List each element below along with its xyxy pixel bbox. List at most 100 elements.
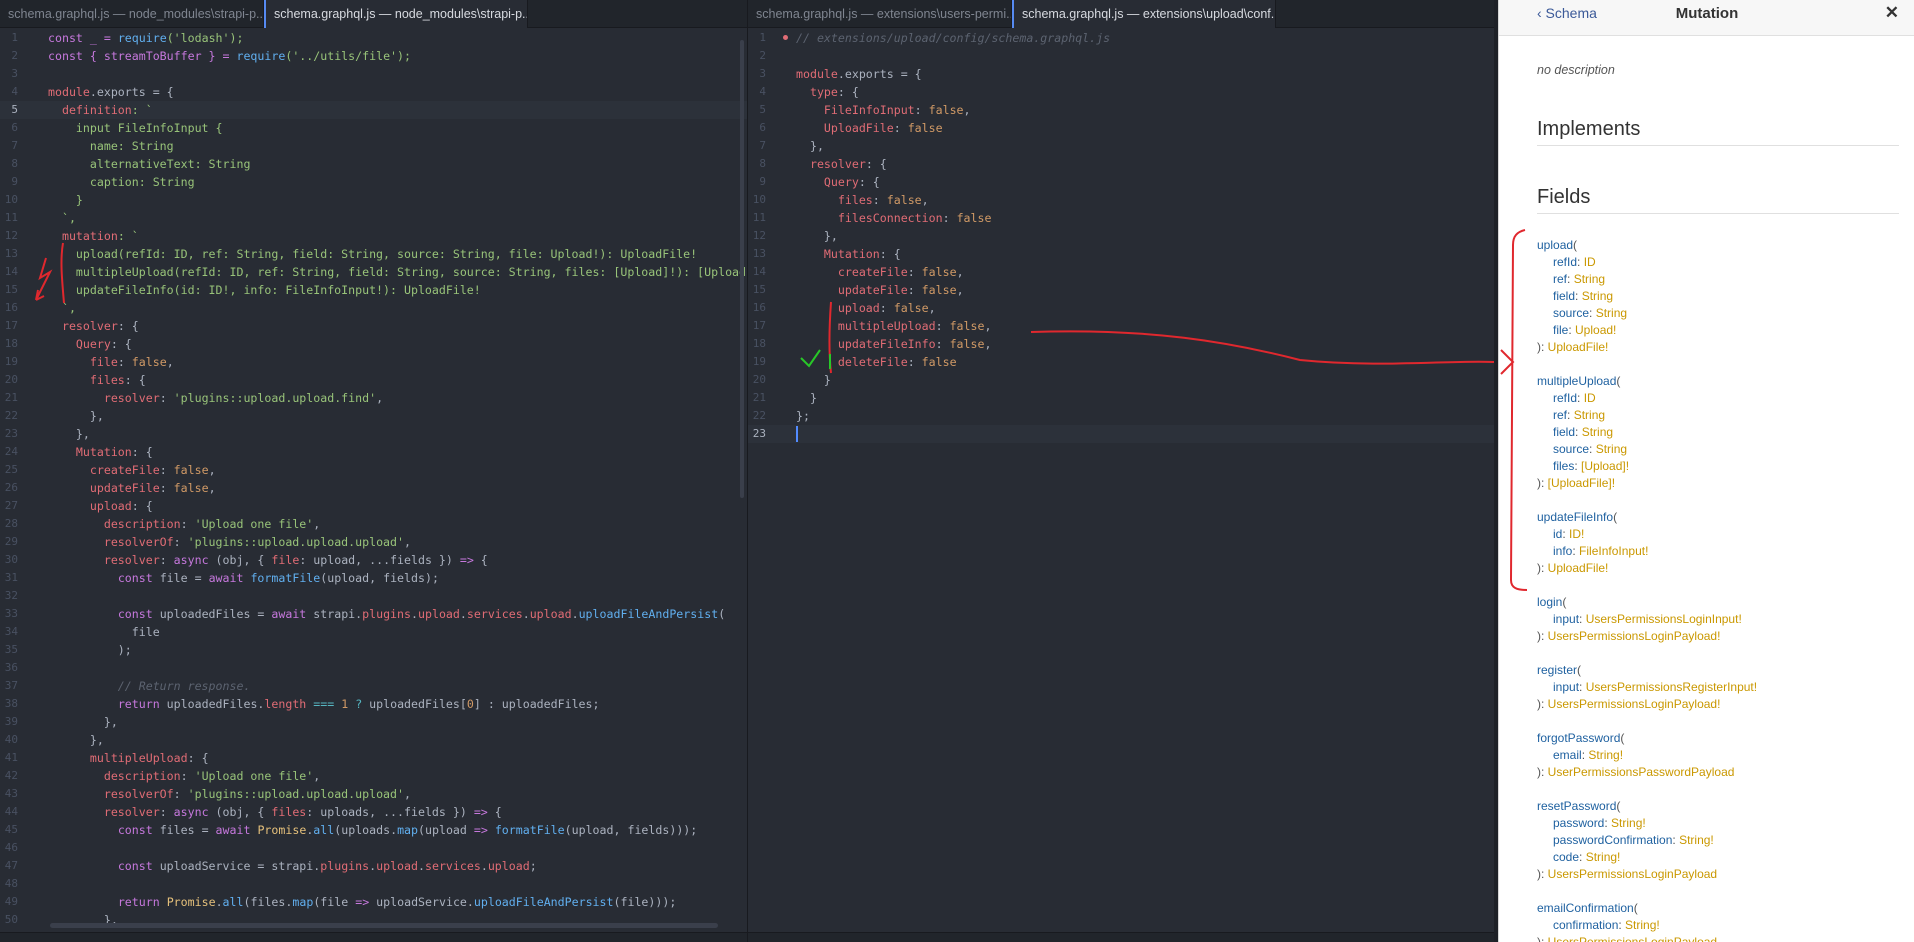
vertical-scrollbar-left[interactable]: [740, 40, 744, 498]
code-line[interactable]: 22};: [748, 407, 1494, 425]
code-line[interactable]: 20 }: [748, 371, 1494, 389]
code-line[interactable]: 33 const uploadedFiles = await strapi.pl…: [0, 605, 747, 623]
code-line[interactable]: 42 description: 'Upload one file',: [0, 767, 747, 785]
code-line[interactable]: 40 },: [0, 731, 747, 749]
code-line[interactable]: 2 const { streamToBuffer } = require('../…: [0, 47, 747, 65]
code-line[interactable]: 7 name: String: [0, 137, 747, 155]
code-token: 0: [466, 697, 474, 711]
code-line[interactable]: 36: [0, 659, 747, 677]
code-line[interactable]: 34 file: [0, 623, 747, 641]
code-token: },: [48, 427, 90, 441]
code-line[interactable]: 1 const _ = require('lodash');: [0, 29, 747, 47]
code-line[interactable]: 16 upload: false,: [748, 299, 1494, 317]
code-token: upload(refId: ID, ref: String, field: St…: [48, 247, 698, 261]
code-line[interactable]: 32: [0, 587, 747, 605]
tab-upload-config-schema[interactable]: schema.graphql.js — extensions\upload\co…: [1012, 0, 1276, 28]
code-line[interactable]: 44 resolver: async (obj, { files: upload…: [0, 803, 747, 821]
code-token: {: [473, 553, 488, 567]
code-line[interactable]: 21 }: [748, 389, 1494, 407]
code-line[interactable]: 46: [0, 839, 747, 857]
code-line[interactable]: 23: [748, 425, 1494, 443]
code-line[interactable]: 14 multipleUpload(refId: ID, ref: String…: [0, 263, 747, 281]
code-token: :: [159, 463, 174, 477]
code-line[interactable]: 1 // extensions/upload/config/schema.grap…: [748, 29, 1494, 47]
code-editor-right[interactable]: 1 // extensions/upload/config/schema.grap…: [748, 29, 1494, 942]
code-line[interactable]: 19 deleteFile: false: [748, 353, 1494, 371]
editor-pane-left[interactable]: schema.graphql.js — node_modules\strapi-…: [0, 0, 748, 942]
code-line[interactable]: 21 resolver: 'plugins::upload.upload.fin…: [0, 389, 747, 407]
code-token: (files.: [243, 895, 293, 909]
code-text: }: [796, 389, 817, 407]
code-line[interactable]: 18 updateFileInfo: false,: [748, 335, 1494, 353]
tab-node-modules-schema-1[interactable]: schema.graphql.js — node_modules\strapi-…: [0, 0, 264, 28]
code-line[interactable]: 47 const uploadService = strapi.plugins.…: [0, 857, 747, 875]
code-line[interactable]: 10 }: [0, 191, 747, 209]
code-line[interactable]: 15 updateFileInfo(id: ID!, info: FileInf…: [0, 281, 747, 299]
code-line[interactable]: 11 filesConnection: false: [748, 209, 1494, 227]
code-line[interactable]: 38 return uploadedFiles.length === 1 ? u…: [0, 695, 747, 713]
line-number: 16: [752, 301, 766, 314]
editor-pane-right[interactable]: schema.graphql.js — extensions\users-per…: [748, 0, 1494, 942]
code-line[interactable]: 16 `,: [0, 299, 747, 317]
code-text: createFile: false,: [796, 263, 964, 281]
code-text: };: [796, 407, 810, 425]
code-line[interactable]: 35 );: [0, 641, 747, 659]
code-line[interactable]: 41 multipleUpload: {: [0, 749, 747, 767]
line-number: 23: [752, 427, 766, 440]
code-line[interactable]: 8 alternativeText: String: [0, 155, 747, 173]
code-line[interactable]: 25 createFile: false,: [0, 461, 747, 479]
code-line[interactable]: 5 FileInfoInput: false,: [748, 101, 1494, 119]
horizontal-scrollbar-left[interactable]: [50, 923, 718, 928]
code-line[interactable]: 2: [748, 47, 1494, 65]
code-line[interactable]: 20 files: {: [0, 371, 747, 389]
code-line[interactable]: 7 },: [748, 137, 1494, 155]
code-line[interactable]: 3: [0, 65, 747, 83]
code-line[interactable]: 39 },: [0, 713, 747, 731]
code-line[interactable]: 13 Mutation: {: [748, 245, 1494, 263]
code-token: return: [117, 697, 160, 711]
code-line[interactable]: 30 resolver: async (obj, { file: upload,…: [0, 551, 747, 569]
code-token: :: [173, 787, 188, 801]
code-line[interactable]: 22 },: [0, 407, 747, 425]
code-line[interactable]: 27 upload: {: [0, 497, 747, 515]
editor-area: schema.graphql.js — node_modules\strapi-…: [0, 0, 1494, 942]
code-line[interactable]: 24 Mutation: {: [0, 443, 747, 461]
code-line[interactable]: 37 // Return response.: [0, 677, 747, 695]
code-line[interactable]: 11 `,: [0, 209, 747, 227]
tab-users-permissions-schema[interactable]: schema.graphql.js — extensions\users-per…: [748, 0, 1012, 28]
code-line[interactable]: 48: [0, 875, 747, 893]
code-line[interactable]: 29 resolverOf: 'plugins::upload.upload.u…: [0, 533, 747, 551]
code-token: // extensions/upload/config/schema.graph…: [796, 31, 1111, 45]
code-line[interactable]: 18 Query: {: [0, 335, 747, 353]
code-line[interactable]: 14 createFile: false,: [748, 263, 1494, 281]
code-line[interactable]: 9 Query: {: [748, 173, 1494, 191]
code-line[interactable]: 8 resolver: {: [748, 155, 1494, 173]
code-line[interactable]: 45 const files = await Promise.all(uploa…: [0, 821, 747, 839]
code-line[interactable]: 13 upload(refId: ID, ref: String, field:…: [0, 245, 747, 263]
code-line[interactable]: 28 description: 'Upload one file',: [0, 515, 747, 533]
code-line[interactable]: 12 mutation: `: [0, 227, 747, 245]
code-line[interactable]: 19 file: false,: [0, 353, 747, 371]
code-line[interactable]: 6 input FileInfoInput {: [0, 119, 747, 137]
code-editor-left[interactable]: 1 const _ = require('lodash'); 2 const { st…: [0, 29, 747, 942]
code-line[interactable]: 26 updateFile: false,: [0, 479, 747, 497]
code-line[interactable]: 17 resolver: {: [0, 317, 747, 335]
code-line[interactable]: 15 updateFile: false,: [748, 281, 1494, 299]
code-text: resolver: {: [796, 155, 887, 173]
code-token: ('../utils/file');: [285, 49, 411, 63]
code-line[interactable]: 17 multipleUpload: false,: [748, 317, 1494, 335]
code-line[interactable]: 31 const file = await formatFile(upload,…: [0, 569, 747, 587]
code-line[interactable]: 10 files: false,: [748, 191, 1494, 209]
code-line[interactable]: 23 },: [0, 425, 747, 443]
code-line[interactable]: 5 definition: `: [0, 101, 747, 119]
code-token: .: [480, 859, 488, 873]
code-line[interactable]: 4 type: {: [748, 83, 1494, 101]
code-line[interactable]: 4 module.exports = {: [0, 83, 747, 101]
code-line[interactable]: 9 caption: String: [0, 173, 747, 191]
code-line[interactable]: 49 return Promise.all(files.map(file => …: [0, 893, 747, 911]
code-line[interactable]: 43 resolverOf: 'plugins::upload.upload.u…: [0, 785, 747, 803]
code-line[interactable]: 12 },: [748, 227, 1494, 245]
code-line[interactable]: 6 UploadFile: false: [748, 119, 1494, 137]
tab-node-modules-schema-2[interactable]: schema.graphql.js — node_modules\strapi-…: [264, 0, 528, 28]
code-line[interactable]: 3 module.exports = {: [748, 65, 1494, 83]
